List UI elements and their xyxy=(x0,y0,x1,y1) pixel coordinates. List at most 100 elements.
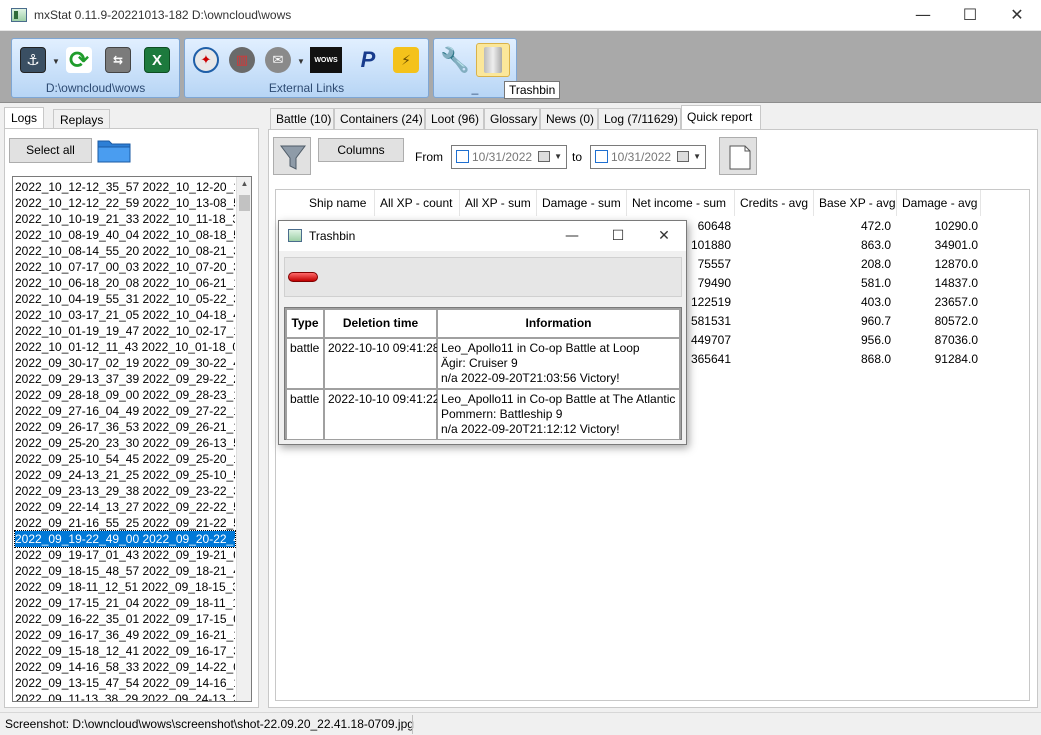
calendar-icon[interactable] xyxy=(677,151,689,162)
log-list-item[interactable]: 2022_10_10-19_21_33 2022_10_11-18_32_46 xyxy=(15,211,235,227)
log-list-item[interactable]: 2022_10_07-17_00_03 2022_10_07-20_37_56 xyxy=(15,259,235,275)
scroll-thumb[interactable] xyxy=(239,195,250,211)
trashbin-cell-type[interactable]: battle xyxy=(286,389,324,440)
tab-logs[interactable]: Logs xyxy=(4,107,45,129)
dialog-minimize-button[interactable]: — xyxy=(549,221,595,251)
wows-link-button[interactable]: WOWS xyxy=(309,43,343,77)
log-list-item[interactable]: 2022_09_27-16_04_49 2022_09_27-22_14_23 xyxy=(15,403,235,419)
grid-cell[interactable]: 14837.0 xyxy=(906,274,978,292)
log-list-item[interactable]: 2022_09_28-18_09_00 2022_09_28-23_19_16 xyxy=(15,387,235,403)
log-list[interactable]: 2022_10_12-12_35_57 2022_10_12-20_10_462… xyxy=(12,176,252,702)
grid-cell[interactable]: 34901.0 xyxy=(906,236,978,254)
tab-battle-10[interactable]: Battle (10) xyxy=(270,108,334,129)
trashbin-cell-time[interactable]: 2022-10-10 09:41:22 xyxy=(324,389,439,440)
grid-cell[interactable]: 12870.0 xyxy=(906,255,978,273)
log-list-item[interactable]: 2022_09_19-17_01_43 2022_09_19-21_06_36 xyxy=(15,547,235,563)
chevron-down-icon[interactable]: ▼ xyxy=(297,57,305,66)
log-list-item[interactable]: 2022_10_12-12_35_57 2022_10_12-20_10_46 xyxy=(15,179,235,195)
copy-report-button[interactable] xyxy=(719,137,757,175)
log-list-item[interactable]: 2022_09_24-13_21_25 2022_09_25-10_54_37 xyxy=(15,467,235,483)
log-list-item[interactable]: 2022_10_08-19_40_04 2022_10_08-18_52_04 xyxy=(15,227,235,243)
wows-game-button[interactable]: ⚓ xyxy=(16,43,50,77)
grid-cell[interactable]: 868.0 xyxy=(816,350,891,368)
from-date-checkbox[interactable] xyxy=(456,150,469,163)
donate-button[interactable]: ⚡ xyxy=(389,43,423,77)
to-date-picker[interactable]: 10/31/2022 ▼ xyxy=(590,145,706,169)
grid-column-header[interactable]: Damage - sum xyxy=(537,190,627,216)
link-button-2[interactable]: ▥ xyxy=(225,43,259,77)
col-information-header[interactable]: Information xyxy=(437,309,680,338)
grid-column-header[interactable]: Net income - sum xyxy=(627,190,735,216)
tab-loot-96[interactable]: Loot (96) xyxy=(425,108,484,129)
log-list-item[interactable]: 2022_10_12-12_22_59 2022_10_13-08_53_27 xyxy=(15,195,235,211)
log-list-item[interactable]: 2022_09_18-11_12_51 2022_09_18-15_34_27 xyxy=(15,579,235,595)
tab-replays[interactable]: Replays xyxy=(53,109,111,129)
refresh-button[interactable]: ⟳ xyxy=(62,43,96,77)
tab-glossary[interactable]: Glossary xyxy=(484,108,540,129)
tab-log-7-11629[interactable]: Log (7/11629) xyxy=(598,108,681,129)
maximize-button[interactable]: ☐ xyxy=(947,0,993,30)
log-list-item[interactable]: 2022_09_16-17_36_49 2022_09_16-21_15_15 xyxy=(15,627,235,643)
select-all-button[interactable]: Select all xyxy=(9,138,92,163)
log-list-item[interactable]: 2022_09_11-13_38_29 2022_09_24-13_21_14 xyxy=(15,691,235,701)
tab-containers-24[interactable]: Containers (24) xyxy=(334,108,425,129)
log-list-item[interactable]: 2022_10_01-12_11_43 2022_10_01-18_05_38 xyxy=(15,339,235,355)
trashbin-button[interactable] xyxy=(476,43,510,77)
grid-column-header[interactable]: All XP - sum xyxy=(460,190,537,216)
grid-cell[interactable]: 472.0 xyxy=(816,217,891,235)
grid-column-header[interactable]: Ship name xyxy=(304,190,375,216)
calendar-icon[interactable] xyxy=(538,151,550,162)
log-list-item[interactable]: 2022_10_03-17_21_05 2022_10_04-18_42_38 xyxy=(15,307,235,323)
link-button-3[interactable]: ✉ xyxy=(261,43,295,77)
log-list-item[interactable]: 2022_10_01-19_19_47 2022_10_02-17_16_16 xyxy=(15,323,235,339)
columns-button[interactable]: Columns xyxy=(318,138,404,162)
grid-cell[interactable]: 80572.0 xyxy=(906,312,978,330)
trashbin-table[interactable]: Type Deletion time Information battle 202… xyxy=(284,307,682,440)
grid-cell[interactable]: 23657.0 xyxy=(906,293,978,311)
grid-cell[interactable]: 956.0 xyxy=(816,331,891,349)
close-button[interactable]: ✕ xyxy=(994,0,1040,30)
log-list-item[interactable]: 2022_09_13-15_47_54 2022_09_14-16_17_26 xyxy=(15,675,235,691)
log-list-item[interactable]: 2022_09_30-17_02_19 2022_09_30-22_42_24 xyxy=(15,355,235,371)
grid-cell[interactable]: 208.0 xyxy=(816,255,891,273)
settings-button[interactable]: 🔧 xyxy=(438,43,472,77)
folder-icon[interactable] xyxy=(97,137,131,163)
grid-column-header[interactable]: Base XP - avg xyxy=(814,190,897,216)
vertical-scrollbar[interactable]: ▲ xyxy=(236,177,251,701)
log-list-item[interactable]: 2022_10_04-19_55_31 2022_10_05-22_33_28 xyxy=(15,291,235,307)
log-list-item[interactable]: 2022_09_26-17_36_53 2022_09_26-21_15_03 xyxy=(15,419,235,435)
log-list-item[interactable]: 2022_09_19-22_49_00 2022_09_20-22_43_11 xyxy=(14,530,236,548)
log-list-item[interactable]: 2022_10_08-14_55_20 2022_10_08-21_33 xyxy=(15,243,235,259)
col-type-header[interactable]: Type xyxy=(286,309,324,338)
from-date-picker[interactable]: 10/31/2022 ▼ xyxy=(451,145,567,169)
log-list-item[interactable]: 2022_09_25-10_54_45 2022_09_25-20_18_14 xyxy=(15,451,235,467)
log-list-item[interactable]: 2022_09_21-16_55_25 2022_09_21-22_53_50 xyxy=(15,515,235,531)
chevron-down-icon[interactable]: ▼ xyxy=(693,152,701,161)
chevron-down-icon[interactable]: ▼ xyxy=(52,57,60,66)
open-folder-button[interactable]: ⇆ xyxy=(101,43,135,77)
grid-cell[interactable]: 581.0 xyxy=(816,274,891,292)
minimize-button[interactable]: — xyxy=(900,0,946,30)
log-list-item[interactable]: 2022_09_25-20_23_30 2022_09_26-13_55_35 xyxy=(15,435,235,451)
log-list-item[interactable]: 2022_09_15-18_12_41 2022_09_16-17_36_39 xyxy=(15,643,235,659)
chevron-down-icon[interactable]: ▼ xyxy=(554,152,562,161)
grid-cell[interactable]: 863.0 xyxy=(816,236,891,254)
log-list-item[interactable]: 2022_09_17-15_21_04 2022_09_18-11_12_44 xyxy=(15,595,235,611)
export-excel-button[interactable]: X xyxy=(140,43,174,77)
trashbin-cell-time[interactable]: 2022-10-10 09:41:28 xyxy=(324,338,439,389)
grid-column-header[interactable]: All XP - count xyxy=(375,190,460,216)
log-list-item[interactable]: 2022_09_22-14_13_27 2022_09_22-22_52_35 xyxy=(15,499,235,515)
trashbin-cell-info[interactable]: Leo_Apollo11 in Co-op Battle at Loop Ägir… xyxy=(437,338,680,389)
grid-column-header[interactable]: Damage - avg xyxy=(897,190,981,216)
paypal-button[interactable]: P xyxy=(351,43,385,77)
dialog-maximize-button[interactable]: ☐ xyxy=(595,221,641,251)
link-button-1[interactable]: ✦ xyxy=(189,43,223,77)
scroll-up-icon[interactable]: ▲ xyxy=(237,179,251,188)
dialog-close-button[interactable]: ✕ xyxy=(641,221,687,251)
grid-cell[interactable]: 91284.0 xyxy=(906,350,978,368)
delete-icon[interactable] xyxy=(288,272,318,282)
grid-column-header[interactable]: Credits - avg xyxy=(735,190,814,216)
grid-cell[interactable]: 87036.0 xyxy=(906,331,978,349)
log-list-item[interactable]: 2022_09_29-13_37_39 2022_09_29-22_27_46 xyxy=(15,371,235,387)
log-list-item[interactable]: 2022_09_18-15_48_57 2022_09_18-21_47_09 xyxy=(15,563,235,579)
